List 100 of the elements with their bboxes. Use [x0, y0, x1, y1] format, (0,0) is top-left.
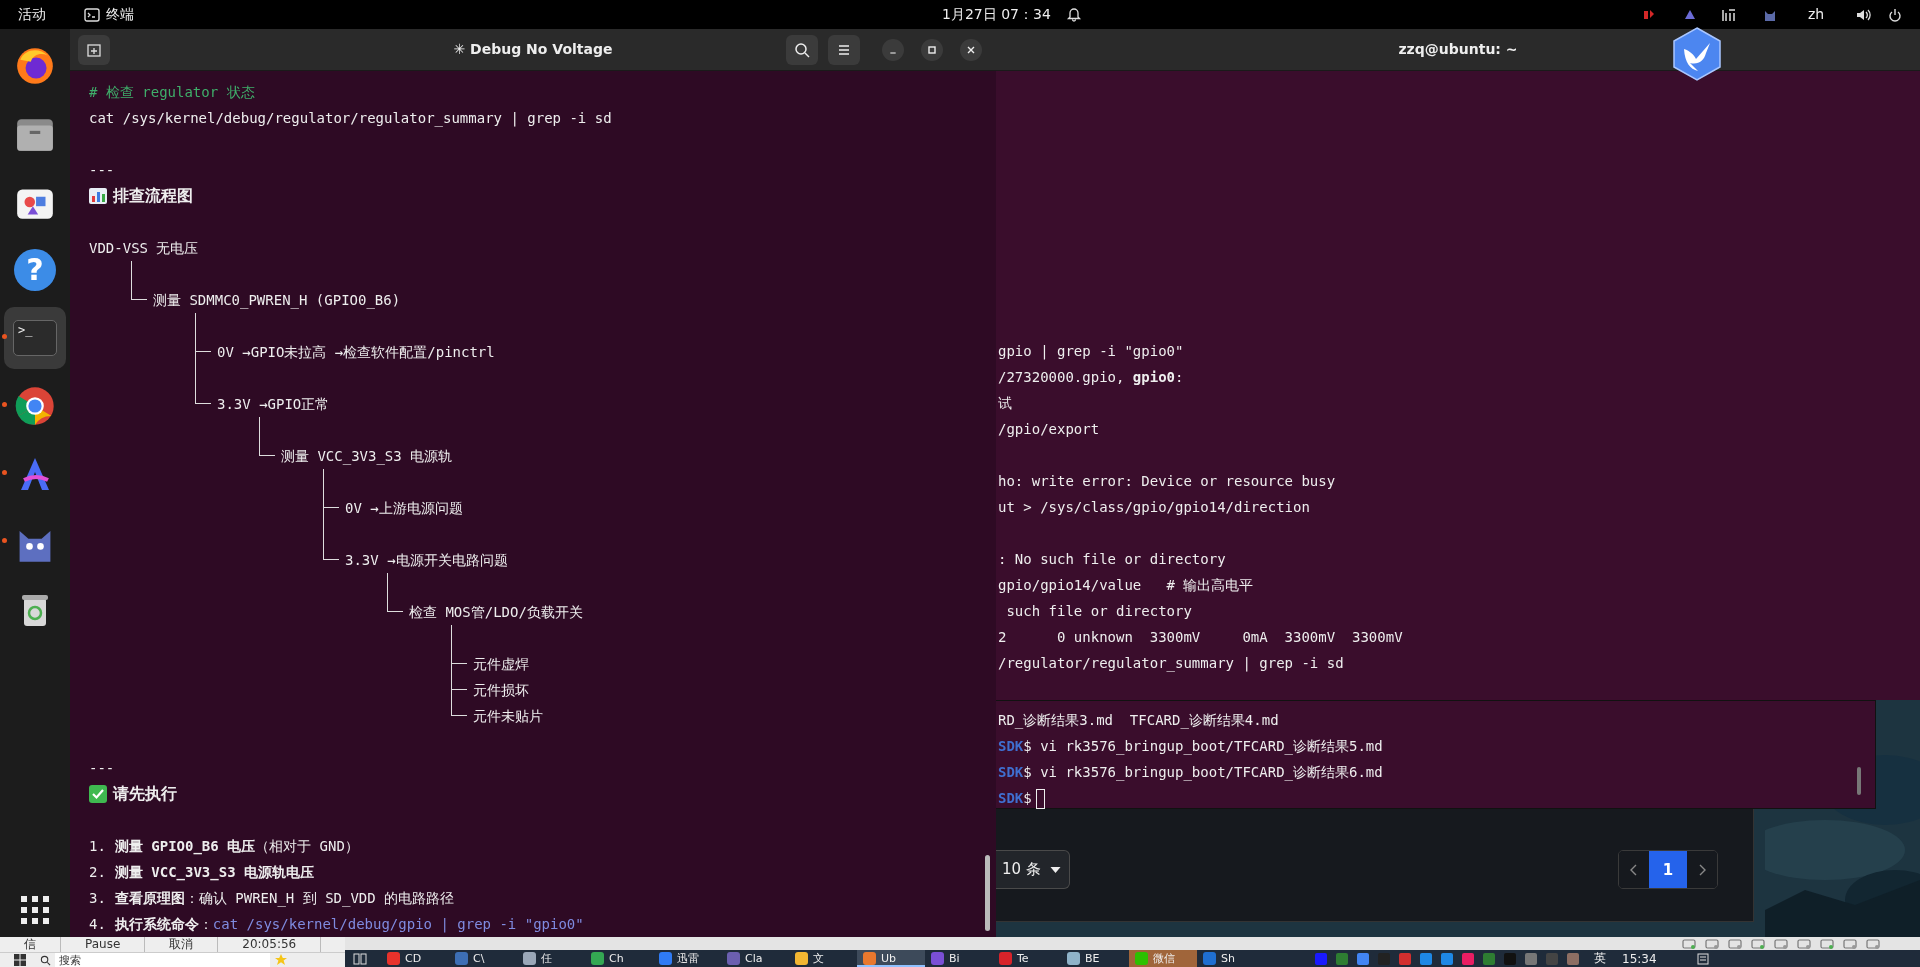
page-size-select[interactable]: 10 条 [996, 850, 1070, 889]
terminal-line: /regulator/regulator_summary | grep -i sd [998, 654, 1345, 674]
power-icon[interactable] [1888, 8, 1902, 22]
terminal-line: $ [1023, 790, 1032, 806]
list-item-text: 测量 VCC_3V3_S3 电源轨电压 [114, 863, 314, 883]
cat-icon[interactable] [1763, 8, 1777, 22]
clock[interactable]: 1月27日 07：34 [942, 6, 1051, 23]
tray-icon[interactable] [1420, 952, 1432, 965]
input-method-indicator[interactable]: 英 [1594, 950, 1606, 967]
horizontal-rule-text: --- [89, 161, 116, 180]
check-mark-icon [89, 785, 107, 803]
device-icon[interactable] [1728, 937, 1742, 950]
tray-icon[interactable] [1441, 952, 1453, 965]
page-button[interactable]: 1 [1649, 851, 1687, 888]
task-view-icon[interactable] [353, 952, 367, 965]
input-method-indicator[interactable]: zh [1808, 6, 1825, 23]
tray-icon[interactable] [1357, 952, 1369, 965]
tray-icon[interactable] [1683, 8, 1697, 22]
terminal-line: gpio/gpio14/value # 输出高电平 [998, 576, 1255, 595]
tree-connector [387, 573, 403, 612]
shell-prompt: SDK [998, 764, 1024, 780]
flowchart-label: 0V →GPIO未拉高 →检查软件配置/pinctrl [217, 344, 495, 360]
app-grid-icon[interactable] [20, 895, 50, 925]
shell-prompt: SDK [998, 738, 1024, 754]
taskbar-app[interactable]: 任 [517, 950, 585, 967]
app-menu[interactable]: 终端 [84, 6, 134, 23]
menu-icon [836, 42, 852, 58]
search-field[interactable]: 搜索 [55, 953, 270, 967]
taskbar-app[interactable]: 微信 [1129, 950, 1197, 967]
section-heading: 排查流程图 [113, 185, 193, 207]
taskbar-app[interactable]: 迅雷 [653, 950, 721, 967]
tray-icon[interactable] [1642, 8, 1656, 22]
list-item-text: 执行系统命令： [114, 915, 213, 934]
window-title: ✳ Debug No Voltage [453, 41, 613, 57]
taskbar-app[interactable]: CD [381, 950, 449, 967]
terminal-line: ho: write error: Device or resource busy [998, 472, 1337, 491]
tree-connector [131, 261, 147, 300]
terminal-line: 2 0 unknown 3300mV 0mA 3300mV 3300mV [998, 628, 1404, 647]
volume-icon[interactable] [1856, 8, 1872, 22]
windows-logo-icon[interactable] [14, 954, 26, 966]
scrollbar[interactable] [985, 855, 990, 931]
help-icon: ? [14, 249, 56, 291]
device-icon[interactable] [1797, 937, 1811, 950]
flowchart-label: 3.3V →GPIO正常 [217, 396, 330, 412]
bird-logo-icon[interactable] [1672, 27, 1722, 81]
terminal-line: $ vi rk3576_bringup_boot/TFCARD_诊断结果5.md [1023, 738, 1383, 754]
scrollbar[interactable] [1857, 767, 1861, 795]
taskbar-app[interactable]: Te [993, 950, 1061, 967]
taskbar-app[interactable]: Ub [857, 950, 925, 967]
taskbar-app[interactable]: Bi [925, 950, 993, 967]
terminal-line: 试 [998, 394, 1013, 413]
close-button[interactable] [960, 39, 982, 61]
command-line: cat /sys/kernel/debug/regulator/regulator_summary | grep -i sd [89, 109, 613, 129]
search-button[interactable] [786, 35, 818, 65]
shell-prompt: SDK [998, 790, 1024, 806]
running-indicator [2, 334, 7, 339]
clock[interactable]: 15:34 [1622, 951, 1657, 966]
device-icon[interactable] [1866, 937, 1880, 950]
terminal-line: ut > /sys/class/gpio/gpio14/direction [998, 498, 1311, 517]
taskbar-app[interactable]: Ch [585, 950, 653, 967]
terminal-icon [84, 7, 100, 22]
minimize-icon [889, 51, 897, 54]
taskbar-app[interactable]: Cla [721, 950, 789, 967]
inline-code: cat /sys/kernel/debug/gpio | grep -i "gpio0" [212, 915, 584, 935]
terminal-line: gpio | grep -i "gpio0" [998, 342, 1185, 362]
device-icon[interactable] [1751, 937, 1765, 950]
terminal-line: RD_诊断结果3.md TFCARD_诊断结果4.md [998, 712, 1279, 728]
new-tab-button[interactable] [78, 35, 110, 65]
flowchart-label: 测量 VCC_3V3_S3 电源轨 [281, 448, 453, 464]
taskbar-app[interactable]: Sh [1197, 950, 1265, 967]
device-icon[interactable] [1843, 937, 1857, 950]
status-cell: 取消 [145, 937, 219, 952]
device-icon[interactable] [1774, 937, 1788, 950]
section-heading: 请先执行 [113, 783, 177, 805]
plus-icon [86, 42, 102, 58]
terminal-icon: >_ [13, 320, 57, 356]
bell-icon[interactable] [1066, 6, 1082, 22]
chrome-icon [13, 384, 57, 428]
taskbar-app[interactable]: C\ [449, 950, 517, 967]
firefox-icon [14, 45, 56, 87]
minimize-button[interactable] [882, 39, 904, 61]
taskbar-app[interactable]: 文 [789, 950, 857, 967]
terminal-line: such file or directory [1005, 602, 1193, 621]
flowchart-label: 检查 MOS管/LDO/负载开关 [409, 604, 583, 620]
running-indicator [2, 402, 7, 407]
search-icon [794, 42, 810, 58]
flowchart-label: 元件损坏 [473, 682, 529, 698]
bar-chart-icon [89, 187, 107, 205]
flowchart-label: 0V →上游电源问题 [345, 500, 463, 516]
taskbar-app[interactable]: BE [1061, 950, 1129, 967]
activities-button[interactable]: 活动 [18, 6, 46, 23]
tray-icon[interactable] [1721, 8, 1737, 22]
flowchart-label: 元件未贴片 [473, 708, 543, 724]
notification-icon[interactable] [1696, 952, 1709, 965]
caret-icon [1050, 866, 1061, 873]
menu-button[interactable] [828, 35, 860, 65]
chevron-right-icon [1698, 863, 1706, 876]
maximize-button[interactable] [921, 39, 943, 61]
dock-item[interactable]: >_ [4, 307, 66, 369]
device-icon[interactable] [1820, 937, 1834, 950]
